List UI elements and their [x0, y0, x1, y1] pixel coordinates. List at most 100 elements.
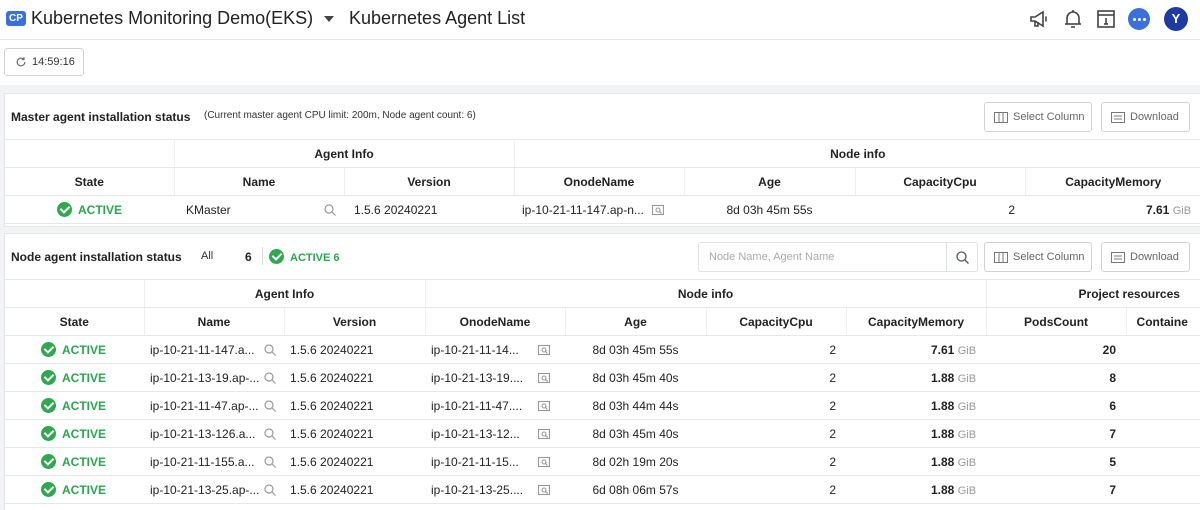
onode-name: ip-10-21-11-147.ap-n...: [522, 202, 644, 217]
agent-name: ip-10-21-11-47.ap-...: [150, 398, 259, 413]
col-capacitycpu[interactable]: CapacityCpu: [706, 307, 847, 336]
node-detail-icon[interactable]: [538, 428, 551, 440]
age: 8d 03h 45m 55s: [565, 335, 707, 364]
node-select-column-button[interactable]: Select Column: [984, 242, 1092, 272]
check-circle-icon: [41, 454, 56, 469]
table-row[interactable]: ACTIVE ip-10-21-11-147.a... 1.5.6 20240221…: [5, 335, 1200, 364]
capacity-cpu: 2: [855, 195, 1026, 224]
node-agent-table: Agent Info Node info Project resources S…: [5, 279, 1200, 504]
agent-name: ip-10-21-13-19.ap-...: [150, 370, 260, 385]
search-icon: [956, 251, 969, 264]
search-icon[interactable]: [264, 484, 276, 496]
check-circle-icon: [269, 249, 284, 264]
csv-icon: [1111, 112, 1125, 123]
agent-version: 1.5.6 20240221: [284, 447, 426, 476]
master-panel-title: Master agent installation status: [11, 110, 191, 124]
node-detail-icon[interactable]: [538, 400, 551, 412]
check-circle-icon: [41, 342, 56, 357]
search-icon[interactable]: [264, 400, 276, 412]
search-icon[interactable]: [264, 344, 276, 356]
project-badge: CP: [6, 11, 26, 26]
table-row[interactable]: ACTIVE KMaster 1.5.6 20240221 ip-10-21-1…: [5, 195, 1200, 224]
col-podscount[interactable]: PodsCount: [986, 307, 1127, 336]
node-detail-icon[interactable]: [652, 204, 665, 216]
status-badge: ACTIVE: [5, 447, 144, 476]
col-onodename[interactable]: OnodeName: [425, 307, 566, 336]
age: 8d 02h 19m 20s: [565, 447, 707, 476]
col-name[interactable]: Name: [174, 167, 345, 196]
col-capacitycpu[interactable]: CapacityCpu: [855, 167, 1026, 196]
col-state[interactable]: State: [5, 167, 175, 196]
col-version[interactable]: Version: [284, 307, 426, 336]
search-icon[interactable]: [264, 372, 276, 384]
node-download-button[interactable]: Download: [1101, 242, 1190, 272]
col-version[interactable]: Version: [344, 167, 515, 196]
table-row[interactable]: ACTIVE ip-10-21-13-19.ap-... 1.5.6 2024022…: [5, 363, 1200, 392]
status-badge: ACTIVE: [5, 335, 144, 364]
columns-icon: [994, 112, 1008, 123]
containers-count: [1126, 475, 1200, 504]
age: 6d 08h 06m 57s: [565, 475, 707, 504]
capacity-cpu: 2: [706, 335, 847, 364]
group-header-project-resources: Project resources: [986, 279, 1200, 308]
top-bar: CP Kubernetes Monitoring Demo(EKS) Kuber…: [0, 0, 1200, 40]
node-detail-icon[interactable]: [538, 456, 551, 468]
search-button[interactable]: [946, 242, 978, 272]
project-selector[interactable]: Kubernetes Monitoring Demo(EKS): [31, 8, 313, 29]
age: 8d 03h 45m 40s: [565, 363, 707, 392]
pods-count: 8: [986, 363, 1127, 392]
search-icon[interactable]: [264, 428, 276, 440]
col-age[interactable]: Age: [684, 167, 856, 196]
group-header-node-info: Node info: [425, 279, 987, 308]
table-row[interactable]: ACTIVE ip-10-21-11-155.a... 1.5.6 20240221…: [5, 447, 1200, 476]
col-capacitymemory[interactable]: CapacityMemory: [1025, 167, 1200, 196]
table-row[interactable]: ACTIVE ip-10-21-13-25.ap-... 1.5.6 2024022…: [5, 475, 1200, 504]
col-name[interactable]: Name: [144, 307, 285, 336]
capacity-cpu: 2: [706, 447, 847, 476]
master-download-button[interactable]: Download: [1101, 102, 1190, 132]
master-agent-table: Agent Info Node info State Name Version …: [5, 139, 1200, 224]
megaphone-icon[interactable]: [1027, 7, 1051, 31]
capacity-cpu: 2: [706, 363, 847, 392]
refresh-button[interactable]: 14:59:16: [4, 48, 84, 76]
onode-name: ip-10-21-11-14...: [431, 342, 519, 357]
refresh-icon: [16, 57, 26, 67]
search-icon[interactable]: [264, 456, 276, 468]
node-detail-icon[interactable]: [538, 344, 551, 356]
status-badge: ACTIVE: [5, 195, 174, 224]
master-select-column-button[interactable]: Select Column: [984, 102, 1092, 132]
onode-name: ip-10-21-13-19....: [431, 370, 524, 385]
check-circle-icon: [41, 482, 56, 497]
agent-name: ip-10-21-11-155.a...: [150, 454, 255, 469]
col-age[interactable]: Age: [565, 307, 707, 336]
filter-all-count[interactable]: 6: [245, 250, 252, 264]
group-header-agent-info: Agent Info: [144, 279, 426, 308]
agent-name: ip-10-21-13-126.a...: [150, 426, 256, 441]
onode-name: ip-10-21-11-15...: [431, 454, 519, 469]
columns-icon: [994, 252, 1008, 263]
col-state[interactable]: State: [5, 307, 145, 336]
agent-name: ip-10-21-11-147.a...: [150, 342, 255, 357]
containers-count: [1126, 391, 1200, 420]
search-input[interactable]: [699, 243, 945, 271]
col-containers[interactable]: Containe: [1126, 307, 1200, 336]
chevron-down-icon[interactable]: [324, 16, 334, 22]
filter-active[interactable]: ACTIVE 6: [269, 249, 340, 264]
node-detail-icon[interactable]: [538, 372, 551, 384]
search-icon[interactable]: [324, 204, 336, 216]
status-badge: ACTIVE: [5, 391, 144, 420]
table-row[interactable]: ACTIVE ip-10-21-11-47.ap-... 1.5.6 2024022…: [5, 391, 1200, 420]
chat-icon[interactable]: [1128, 8, 1150, 30]
bell-icon[interactable]: [1061, 7, 1085, 31]
avatar[interactable]: Y: [1164, 7, 1188, 31]
agent-name: ip-10-21-13-25.ap-...: [150, 482, 260, 497]
document-icon[interactable]: [1094, 7, 1118, 31]
check-circle-icon: [41, 370, 56, 385]
check-circle-icon: [41, 398, 56, 413]
filter-all[interactable]: All: [201, 250, 213, 262]
col-onodename[interactable]: OnodeName: [514, 167, 685, 196]
table-row[interactable]: ACTIVE ip-10-21-13-126.a... 1.5.6 20240221…: [5, 419, 1200, 448]
col-capacitymemory[interactable]: CapacityMemory: [846, 307, 987, 336]
node-detail-icon[interactable]: [538, 484, 551, 496]
agent-name: KMaster: [186, 202, 231, 217]
